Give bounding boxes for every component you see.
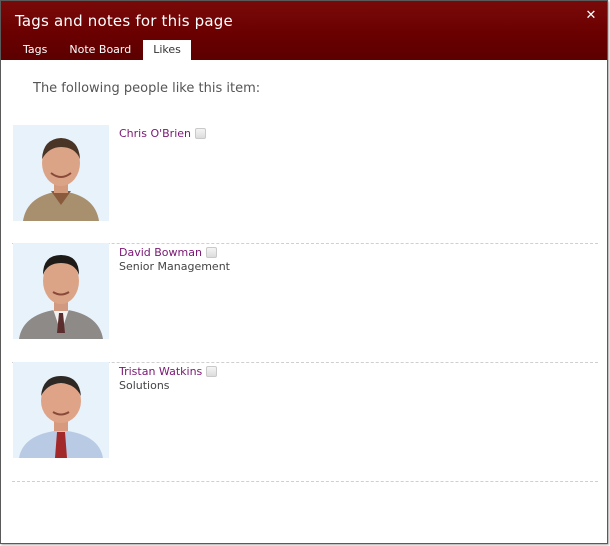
people-list: Chris O'Brien David Bowman Senior Manage… [12, 125, 598, 482]
dialog-title: Tags and notes for this page [15, 12, 233, 30]
person-info: Chris O'Brien [119, 126, 207, 141]
list-item: Chris O'Brien [12, 125, 598, 244]
avatar[interactable] [13, 362, 109, 458]
likes-panel: The following people like this item: Chr… [1, 60, 607, 545]
person-photo-icon [13, 362, 109, 458]
person-name-link[interactable]: Tristan Watkins [119, 365, 202, 378]
tags-notes-dialog: Tags and notes for this page ✕ Tags Note… [0, 0, 608, 544]
list-item: David Bowman Senior Management [12, 243, 598, 363]
presence-offline-icon[interactable] [195, 127, 207, 139]
person-photo-icon [13, 243, 109, 339]
tab-note-board[interactable]: Note Board [59, 40, 141, 60]
dialog-titlebar: Tags and notes for this page ✕ Tags Note… [1, 1, 607, 60]
presence-offline-icon[interactable] [206, 365, 218, 377]
person-title: Solutions [119, 379, 170, 392]
tab-likes[interactable]: Likes [143, 40, 191, 60]
avatar[interactable] [13, 125, 109, 221]
person-info: David Bowman Senior Management [119, 245, 230, 274]
close-icon[interactable]: ✕ [584, 9, 598, 23]
dialog-tabs: Tags Note Board Likes [13, 40, 193, 60]
list-item: Tristan Watkins Solutions [12, 362, 598, 482]
person-title: Senior Management [119, 260, 230, 273]
tab-tags[interactable]: Tags [13, 40, 57, 60]
presence-offline-icon[interactable] [205, 246, 217, 258]
person-name-link[interactable]: Chris O'Brien [119, 127, 191, 140]
person-photo-icon [13, 125, 109, 221]
person-info: Tristan Watkins Solutions [119, 364, 218, 392]
avatar[interactable] [13, 243, 109, 339]
person-name-link[interactable]: David Bowman [119, 246, 202, 259]
likes-intro: The following people like this item: [33, 81, 261, 96]
